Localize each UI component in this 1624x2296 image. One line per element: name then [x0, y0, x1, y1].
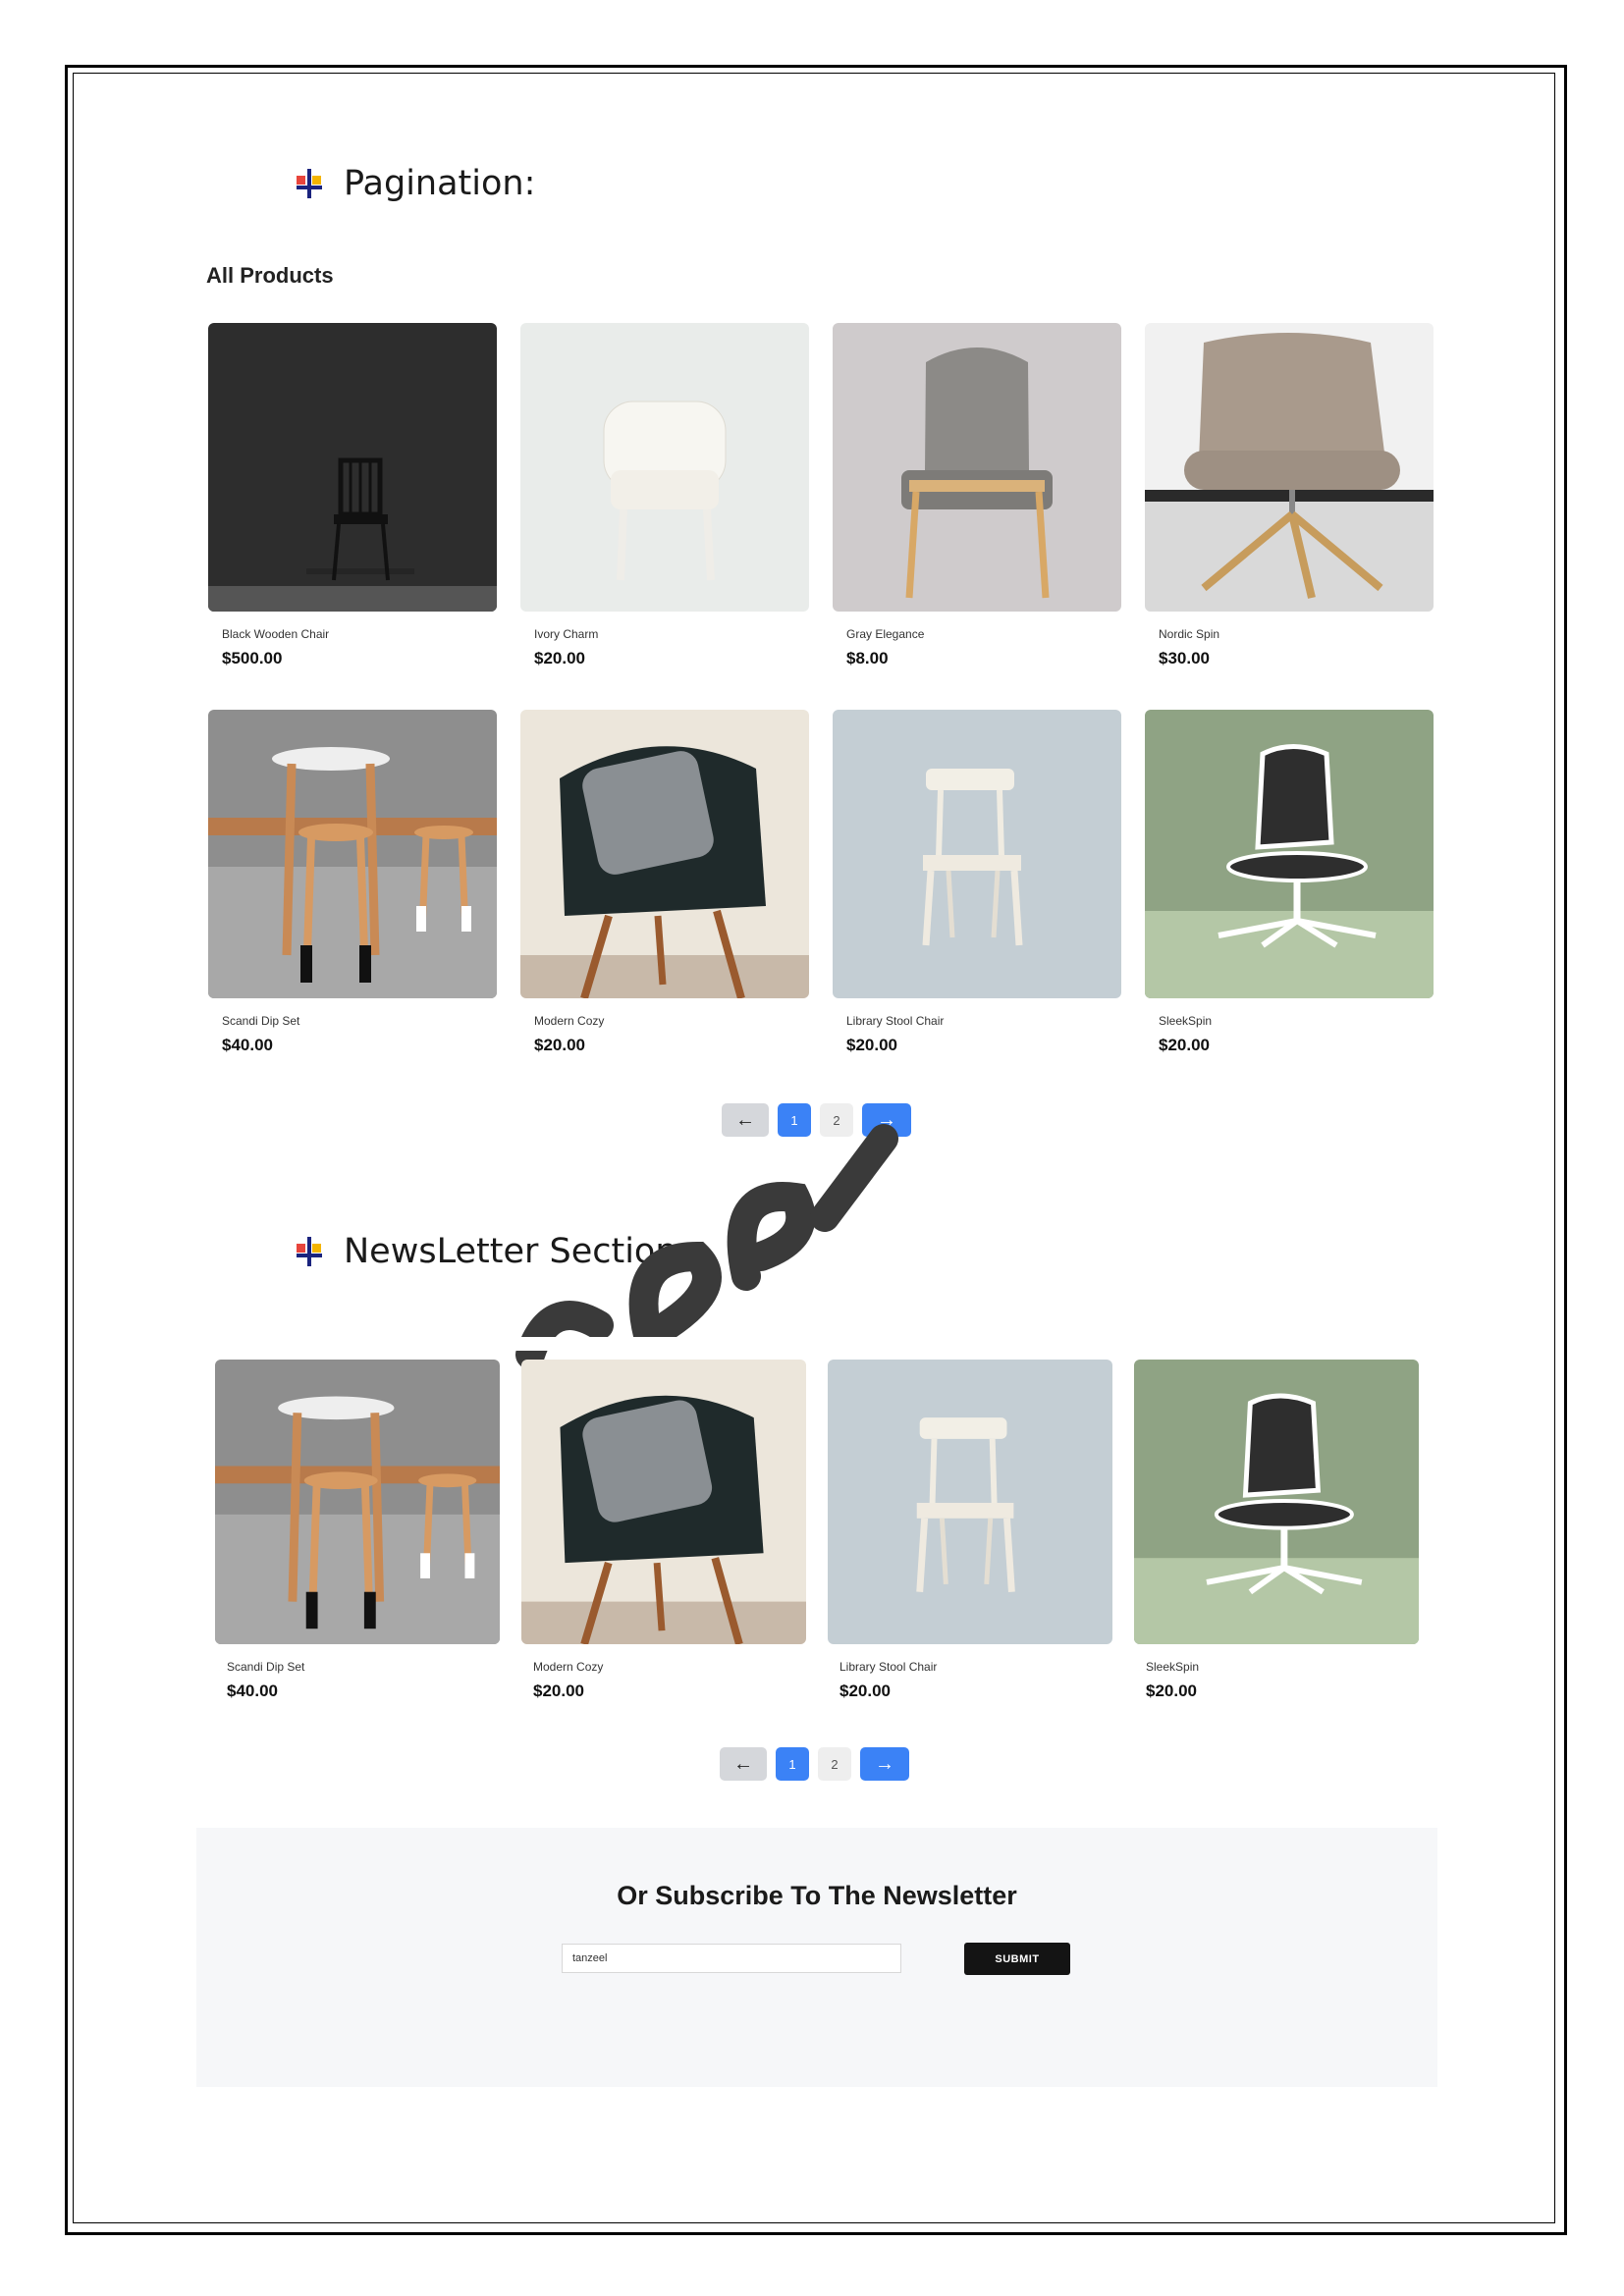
newsletter-heading: NewsLetter Section: [295, 1228, 688, 1275]
product-price: $20.00 [534, 1036, 585, 1054]
product-name: Library Stool Chair [839, 1660, 938, 1674]
product-image[interactable] [520, 323, 809, 612]
newsletter-title: Or Subscribe To The Newsletter [617, 1881, 1017, 1910]
product-card[interactable]: SleekSpin $20.00 [1134, 1360, 1419, 1701]
product-image[interactable] [1134, 1360, 1419, 1644]
pagination-controls: ← 1 2 → [720, 1747, 909, 1781]
page-1-button[interactable]: 1 [778, 1103, 811, 1137]
newsletter-email-input[interactable] [562, 1944, 901, 1973]
prev-page-button[interactable]: ← [722, 1103, 769, 1137]
product-card[interactable]: Gray Elegance $8.00 [833, 323, 1121, 668]
newsletter-section: Or Subscribe To The Newsletter SUBMIT [196, 1828, 1437, 2087]
section-title: All Products [206, 263, 334, 288]
product-image[interactable] [1145, 710, 1434, 998]
product-card[interactable]: Black Wooden Chair $500.00 [208, 323, 497, 668]
prev-page-button[interactable]: ← [720, 1747, 767, 1781]
product-image[interactable] [828, 1360, 1112, 1644]
page-1-button[interactable]: 1 [776, 1747, 809, 1781]
submit-button[interactable]: SUBMIT [964, 1943, 1070, 1975]
product-card[interactable]: Scandi Dip Set $40.00 [208, 710, 497, 1055]
pagination-controls: ← 1 2 → [722, 1103, 911, 1137]
product-name: Scandi Dip Set [227, 1660, 305, 1674]
product-name: Black Wooden Chair [222, 627, 330, 641]
product-image[interactable] [520, 710, 809, 998]
product-card[interactable]: Ivory Charm $20.00 [520, 323, 809, 668]
product-card[interactable]: Modern Cozy $20.00 [521, 1360, 806, 1701]
product-name: Modern Cozy [534, 1014, 605, 1028]
product-price: $20.00 [839, 1682, 891, 1700]
product-name: Scandi Dip Set [222, 1014, 300, 1028]
product-price: $20.00 [846, 1036, 897, 1054]
arrow-left-icon: ← [735, 1108, 755, 1131]
heading-text: Pagination: [344, 164, 536, 203]
product-image[interactable] [833, 710, 1121, 998]
next-page-button[interactable]: → [862, 1103, 911, 1137]
product-name: Ivory Charm [534, 627, 599, 641]
next-page-button[interactable]: → [860, 1747, 909, 1781]
page-2-button[interactable]: 2 [818, 1747, 851, 1781]
product-image[interactable] [1145, 323, 1434, 612]
product-card[interactable]: Scandi Dip Set $40.00 [215, 1360, 500, 1701]
product-image[interactable] [208, 710, 497, 998]
arrow-right-icon: → [875, 1752, 894, 1775]
arrow-right-icon: → [877, 1108, 896, 1131]
product-name: SleekSpin [1159, 1014, 1213, 1028]
product-card[interactable]: Modern Cozy $20.00 [520, 710, 809, 1055]
product-name: Library Stool Chair [846, 1014, 945, 1028]
product-price: $500.00 [222, 649, 283, 667]
product-price: $20.00 [534, 649, 585, 667]
product-card[interactable]: Library Stool Chair $20.00 [833, 710, 1121, 1055]
product-card[interactable]: SleekSpin $20.00 [1145, 710, 1434, 1055]
product-name: Gray Elegance [846, 627, 925, 641]
heading-text: NewsLetter Section: [344, 1232, 689, 1271]
product-name: Nordic Spin [1159, 627, 1220, 641]
product-card[interactable]: Library Stool Chair $20.00 [828, 1360, 1112, 1701]
bullet-icon [297, 169, 322, 198]
bullet-icon [297, 1237, 322, 1266]
product-name: SleekSpin [1146, 1660, 1200, 1674]
product-name: Modern Cozy [533, 1660, 604, 1674]
product-card[interactable]: Nordic Spin $30.00 [1145, 323, 1434, 668]
product-image[interactable] [215, 1360, 500, 1644]
pagination-heading: Pagination: [295, 160, 535, 207]
product-price: $8.00 [846, 649, 889, 667]
product-price: $30.00 [1159, 649, 1210, 667]
product-image[interactable] [833, 323, 1121, 612]
watermark-gap [511, 1337, 825, 1351]
product-image[interactable] [208, 323, 497, 612]
product-price: $40.00 [227, 1682, 278, 1700]
product-price: $20.00 [1159, 1036, 1210, 1054]
product-price: $20.00 [533, 1682, 584, 1700]
product-price: $40.00 [222, 1036, 273, 1054]
product-price: $20.00 [1146, 1682, 1197, 1700]
page-2-button[interactable]: 2 [820, 1103, 853, 1137]
arrow-left-icon: ← [733, 1752, 753, 1775]
product-image[interactable] [521, 1360, 806, 1644]
